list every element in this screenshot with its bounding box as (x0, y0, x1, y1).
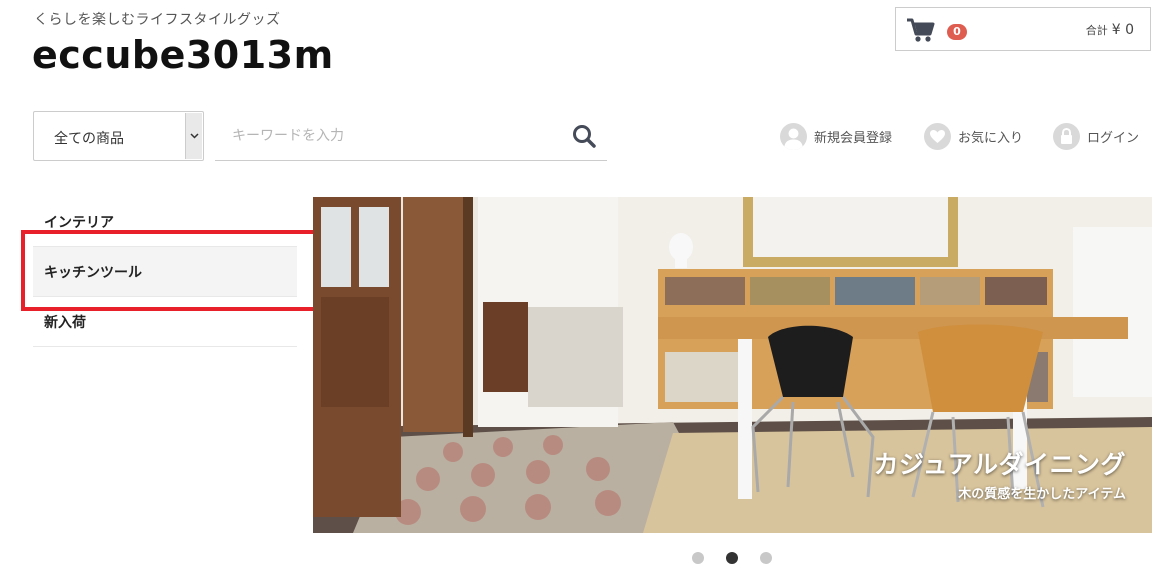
slider-dot[interactable] (760, 552, 772, 564)
user-icon (780, 122, 807, 150)
favorites-link[interactable]: お気に入り (924, 122, 1023, 150)
favorites-label: お気に入り (958, 130, 1024, 146)
cart-total-label: 合計 (1085, 24, 1108, 37)
hero-subtitle: 木の質感を生かしたアイテム (958, 487, 1126, 502)
search-box (215, 111, 607, 161)
category-select-value: 全ての商品 (54, 131, 124, 147)
slider-pagination (692, 552, 772, 564)
site-tagline: くらしを楽しむライフスタイルグッズ (34, 12, 281, 28)
hero-caption: カジュアルダイニング 木の質感を生かしたアイテム (873, 445, 1126, 502)
login-label: ログイン (1087, 130, 1140, 146)
sidebar-item-new-arrivals[interactable]: 新入荷 (33, 297, 297, 347)
cart-total-value: ¥ 0 (1111, 22, 1134, 38)
slider-dot-active[interactable] (726, 552, 738, 564)
register-link[interactable]: 新規会員登録 (780, 122, 892, 150)
site-title[interactable]: eccube3013m (32, 33, 334, 77)
sidebar-item-interior[interactable]: インテリア (33, 197, 297, 247)
cart-summary[interactable]: 0 合計 ¥ 0 (895, 7, 1151, 51)
category-select[interactable]: 全ての商品 (33, 111, 204, 161)
slider-dot[interactable] (692, 552, 704, 564)
category-sidebar: インテリア キッチンツール 新入荷 (33, 197, 297, 347)
login-link[interactable]: ログイン (1053, 122, 1139, 150)
cart-icon[interactable] (906, 17, 936, 47)
search-icon[interactable] (572, 124, 596, 148)
sidebar-item-kitchen-tools[interactable]: キッチンツール (33, 247, 297, 297)
chevron-down-icon[interactable] (185, 113, 202, 159)
lock-icon (1053, 122, 1080, 150)
search-input[interactable] (215, 121, 555, 151)
register-label: 新規会員登録 (814, 130, 893, 146)
heart-icon (924, 122, 951, 150)
cart-total: 合計 ¥ 0 (1086, 22, 1134, 38)
hero-banner[interactable]: カジュアルダイニング 木の質感を生かしたアイテム (313, 197, 1152, 533)
hero-title: カジュアルダイニング (873, 450, 1126, 479)
cart-count-badge: 0 (947, 24, 967, 40)
